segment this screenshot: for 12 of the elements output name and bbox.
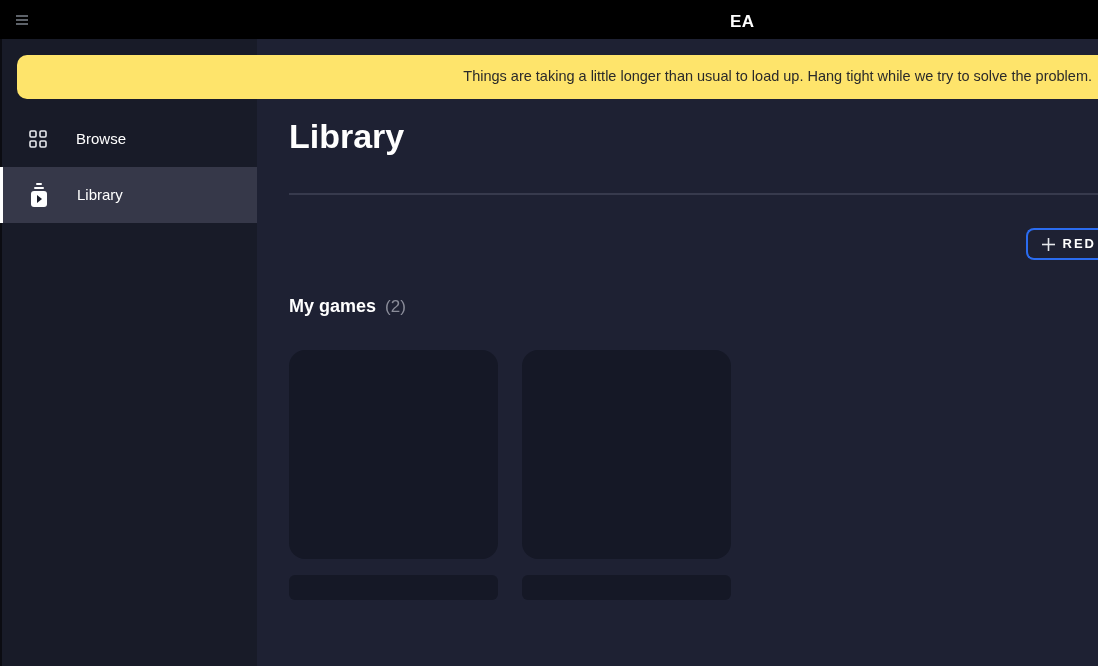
page-title: Library: [289, 119, 406, 153]
banner-message: Things are taking a little longer than usual to load up. Hang tight while we try to solve the problem.: [463, 67, 1092, 87]
library-icon: [31, 183, 47, 207]
menu-icon[interactable]: [16, 14, 28, 25]
redeem-button[interactable]: RED: [1025, 228, 1098, 260]
grid-icon: [29, 130, 47, 148]
plus-icon: [1041, 237, 1055, 251]
section-title: My games: [289, 295, 377, 318]
game-count: (2): [385, 296, 406, 318]
sidebar-item[interactable]: Library: [0, 167, 257, 223]
logo: EA: [730, 11, 755, 33]
sidebar-item[interactable]: Browse: [2, 111, 257, 167]
